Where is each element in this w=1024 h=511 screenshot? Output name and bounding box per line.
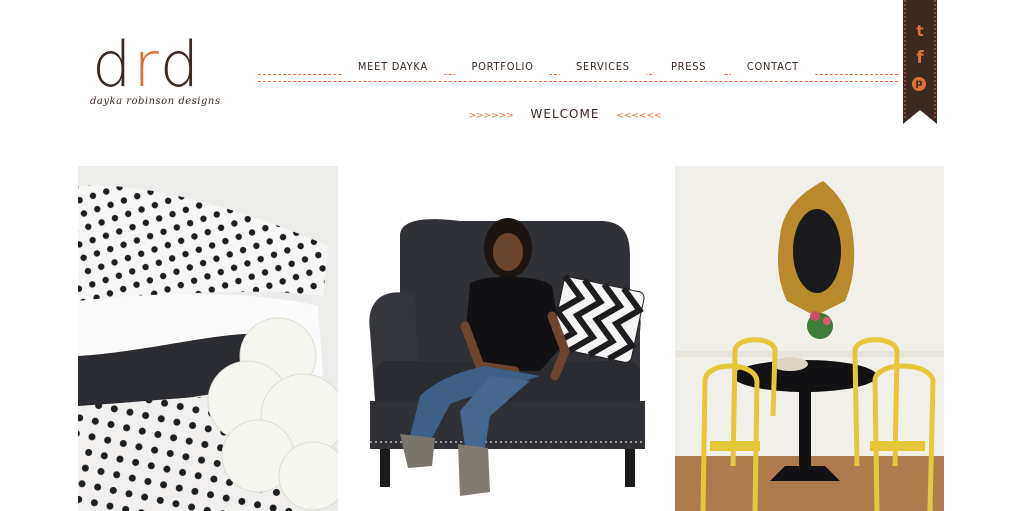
welcome-heading: >>>>>> WELCOME <<<<<<: [0, 107, 1024, 121]
logo-mark: drd: [92, 34, 201, 96]
photo-designer[interactable]: [340, 166, 672, 511]
welcome-arrows-right: <<<<<<: [616, 111, 662, 121]
logo[interactable]: drd dayka robinson designs: [88, 34, 238, 115]
pinterest-icon[interactable]: p: [912, 77, 926, 91]
main-nav: MEET DAYKA PORTFOLIO SERVICES PRESS CONT…: [258, 60, 898, 76]
facebook-icon[interactable]: f: [903, 48, 937, 68]
social-ribbon: t f p: [903, 0, 937, 124]
nav-portfolio[interactable]: PORTFOLIO: [455, 60, 550, 76]
nav-contact[interactable]: CONTACT: [730, 60, 816, 76]
twitter-icon[interactable]: t: [903, 22, 937, 40]
photo-pillows[interactable]: [78, 166, 338, 511]
logo-tagline: dayka robinson designs: [90, 96, 221, 107]
photo-dining-room[interactable]: [675, 166, 944, 511]
logo-mark-text: drd: [92, 28, 202, 101]
welcome-label: WELCOME: [530, 107, 600, 121]
welcome-arrows-left: >>>>>>: [468, 111, 514, 121]
nav-press[interactable]: PRESS: [654, 60, 723, 76]
nav-services[interactable]: SERVICES: [559, 60, 647, 76]
nav-meet-dayka[interactable]: MEET DAYKA: [341, 60, 445, 76]
